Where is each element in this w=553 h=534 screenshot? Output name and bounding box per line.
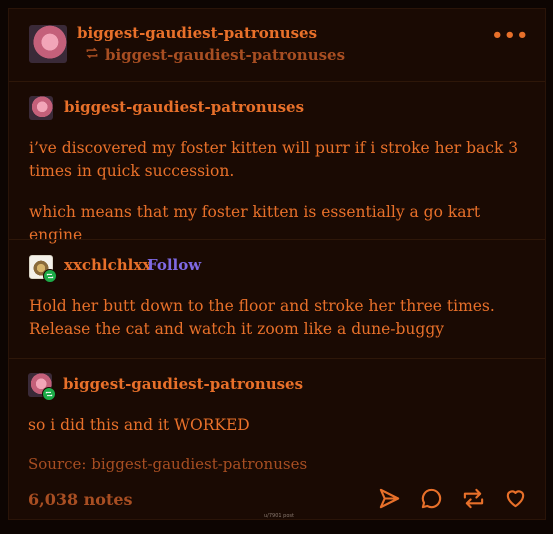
post-header: biggest-gaudiest-patronuses biggest-gaud…: [9, 9, 545, 82]
author-avatar[interactable]: [29, 25, 67, 63]
thread-blogname-2[interactable]: xxchlchlxx: [64, 256, 151, 274]
thread-blogname-3[interactable]: biggest-gaudiest-patronuses: [63, 375, 303, 393]
thread-avatar-1[interactable]: [29, 96, 53, 120]
reblog-action-icon[interactable]: [462, 487, 485, 514]
post-card: biggest-gaudiest-patronuses biggest-gaud…: [8, 8, 546, 520]
follow-button[interactable]: Follow: [147, 256, 201, 274]
watermark: u/7901 post: [264, 513, 294, 519]
reblog-badge-icon: [43, 269, 57, 283]
thread-text-2: Hold her butt down to the floor and stro…: [29, 297, 495, 338]
thread-text-1b: which means that my foster kitten is ess…: [29, 203, 481, 244]
reply-icon[interactable]: [420, 487, 443, 514]
reblog-badge-icon: [42, 387, 56, 401]
thread-blogname-1[interactable]: biggest-gaudiest-patronuses: [64, 98, 304, 116]
notes-count[interactable]: 6,038 notes: [28, 490, 133, 509]
reblog-icon: [85, 46, 99, 64]
more-icon[interactable]: •••: [491, 25, 529, 46]
reblogged-from[interactable]: biggest-gaudiest-patronuses: [85, 46, 345, 64]
thread-divider: [9, 239, 545, 240]
thread-text-1a: i’ve discovered my foster kitten will pu…: [29, 139, 519, 180]
post-actions: [378, 487, 527, 514]
reblogged-from-blogname: biggest-gaudiest-patronuses: [105, 46, 346, 64]
send-icon[interactable]: [378, 487, 401, 514]
thread-text-3: so i did this and it WORKED: [28, 416, 250, 434]
like-icon[interactable]: [504, 487, 527, 514]
thread-divider: [9, 358, 545, 359]
author-blogname[interactable]: biggest-gaudiest-patronuses: [77, 24, 317, 42]
post-source[interactable]: Source: biggest-gaudiest-patronuses: [28, 455, 307, 473]
